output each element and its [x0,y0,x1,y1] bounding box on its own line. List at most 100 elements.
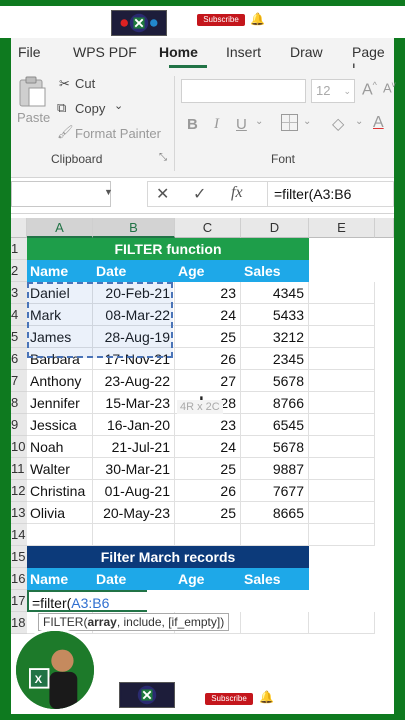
cell-empty[interactable] [309,370,375,392]
row-header[interactable]: 16 [11,568,27,590]
cell-sales[interactable]: 9887 [241,458,309,480]
enter-icon[interactable]: ✓ [193,184,206,204]
row-header[interactable]: 7 [11,370,27,392]
cell-name[interactable]: Noah [27,436,93,458]
subscribe-button[interactable]: Subscribe [197,14,245,26]
cell-sales[interactable]: 5678 [241,436,309,458]
cell-sales[interactable]: 3212 [241,326,309,348]
select-all-corner[interactable] [11,218,27,238]
empty-cell[interactable] [241,612,309,634]
cell-name[interactable]: Jessica [27,414,93,436]
copy-chevron-down-icon[interactable]: ⌄ [114,99,123,112]
cell-age[interactable]: 25 [175,502,241,524]
tab-insert[interactable]: Insert [226,44,261,60]
tab-wps-pdf[interactable]: WPS PDF [73,44,137,60]
cell-empty[interactable] [309,392,375,414]
cell-date[interactable]: 23-Aug-22 [93,370,175,392]
name-box-chevron-down-icon[interactable]: ▼ [104,187,113,197]
cell-age[interactable]: 25 [175,458,241,480]
cell-age[interactable]: 26 [175,348,241,370]
column-header-d[interactable]: D [241,218,309,238]
grow-font-icon[interactable]: A^ [362,80,377,99]
row-header[interactable]: 11 [11,458,27,480]
cell-age[interactable]: 24 [175,304,241,326]
cell-age[interactable]: 23 [175,414,241,436]
shrink-font-icon[interactable]: Av [383,80,396,95]
empty-cell[interactable] [241,524,309,546]
italic-button[interactable]: I [214,116,219,133]
cell-name[interactable]: Walter [27,458,93,480]
cell-empty[interactable] [309,436,375,458]
row-header[interactable]: 1 [11,238,27,260]
copy-button[interactable]: Copy [75,101,105,116]
row-header[interactable]: 10 [11,436,27,458]
row-header[interactable]: 14 [11,524,27,546]
empty-cell[interactable] [175,524,241,546]
cell-date[interactable]: 21-Jul-21 [93,436,175,458]
cell-name[interactable]: Olivia [27,502,93,524]
cell-name[interactable]: Jennifer [27,392,93,414]
row-header[interactable]: 3 [11,282,27,304]
underline-chevron-down-icon[interactable]: ⌄ [255,116,263,127]
cell-sales[interactable]: 8665 [241,502,309,524]
row-header[interactable]: 2 [11,260,27,282]
row-header[interactable]: 12 [11,480,27,502]
bell-icon[interactable]: 🔔 [250,12,265,26]
selection-range[interactable] [27,282,173,358]
cell-sales[interactable]: 5433 [241,304,309,326]
cell-name[interactable]: Christina [27,480,93,502]
cell-age[interactable]: 24 [175,436,241,458]
tab-file[interactable]: File [18,44,41,60]
cell-empty[interactable] [309,304,375,326]
row-header[interactable]: 6 [11,348,27,370]
row-header[interactable]: 17 [11,590,27,612]
column-header-e[interactable]: E [309,218,375,238]
formula-input[interactable]: =filter(A3:B6 [267,181,394,207]
cancel-icon[interactable]: ✕ [156,184,169,204]
cell-empty[interactable] [309,282,375,304]
font-size-select[interactable]: 12 ⌄ [311,79,355,103]
fill-chevron-down-icon[interactable]: ⌄ [355,116,363,127]
empty-cell[interactable] [309,524,375,546]
cell-empty[interactable] [309,480,375,502]
row-header[interactable]: 5 [11,326,27,348]
cell-sales[interactable]: 7677 [241,480,309,502]
cell-sales[interactable]: 5678 [241,370,309,392]
cell-sales[interactable]: 6545 [241,414,309,436]
cell-empty[interactable] [309,326,375,348]
fill-color-icon[interactable]: ◇ [332,114,344,134]
empty-cell[interactable] [93,524,175,546]
copy-icon[interactable]: ⧉ [57,100,66,116]
empty-cell[interactable] [27,524,93,546]
tab-home[interactable]: Home [159,44,198,60]
row-header[interactable]: 15 [11,546,27,568]
cut-button[interactable]: Cut [75,76,95,91]
font-name-select[interactable] [181,79,306,103]
tab-draw[interactable]: Draw [290,44,323,60]
column-header-b[interactable]: B [93,218,175,238]
font-color-icon[interactable]: A [373,114,384,132]
row-header[interactable]: 8 [11,392,27,414]
cell-date[interactable]: 01-Aug-21 [93,480,175,502]
format-painter-button[interactable]: Format Painter [75,126,161,141]
paste-label[interactable]: Paste [17,110,50,125]
cell-age[interactable]: 23 [175,282,241,304]
cell-empty[interactable] [309,458,375,480]
cell-date[interactable]: 15-Mar-23 [93,392,175,414]
cell-name[interactable]: Anthony [27,370,93,392]
bold-button[interactable]: B [187,116,198,133]
cell-age[interactable]: 27 [175,370,241,392]
cell-empty[interactable] [309,348,375,370]
cell-sales[interactable]: 2345 [241,348,309,370]
underline-button[interactable]: U [236,116,247,133]
clipboard-launcher-icon[interactable]: ⤡ [159,152,167,163]
empty-cell[interactable] [309,612,375,634]
name-box[interactable] [11,181,111,207]
borders-icon[interactable] [281,114,298,131]
column-header-a[interactable]: A [27,218,93,238]
cell-age[interactable]: 26 [175,480,241,502]
column-header-next[interactable] [375,218,394,238]
bell-icon-bottom[interactable]: 🔔 [259,690,274,704]
cell-sales[interactable]: 4345 [241,282,309,304]
column-header-c[interactable]: C [175,218,241,238]
